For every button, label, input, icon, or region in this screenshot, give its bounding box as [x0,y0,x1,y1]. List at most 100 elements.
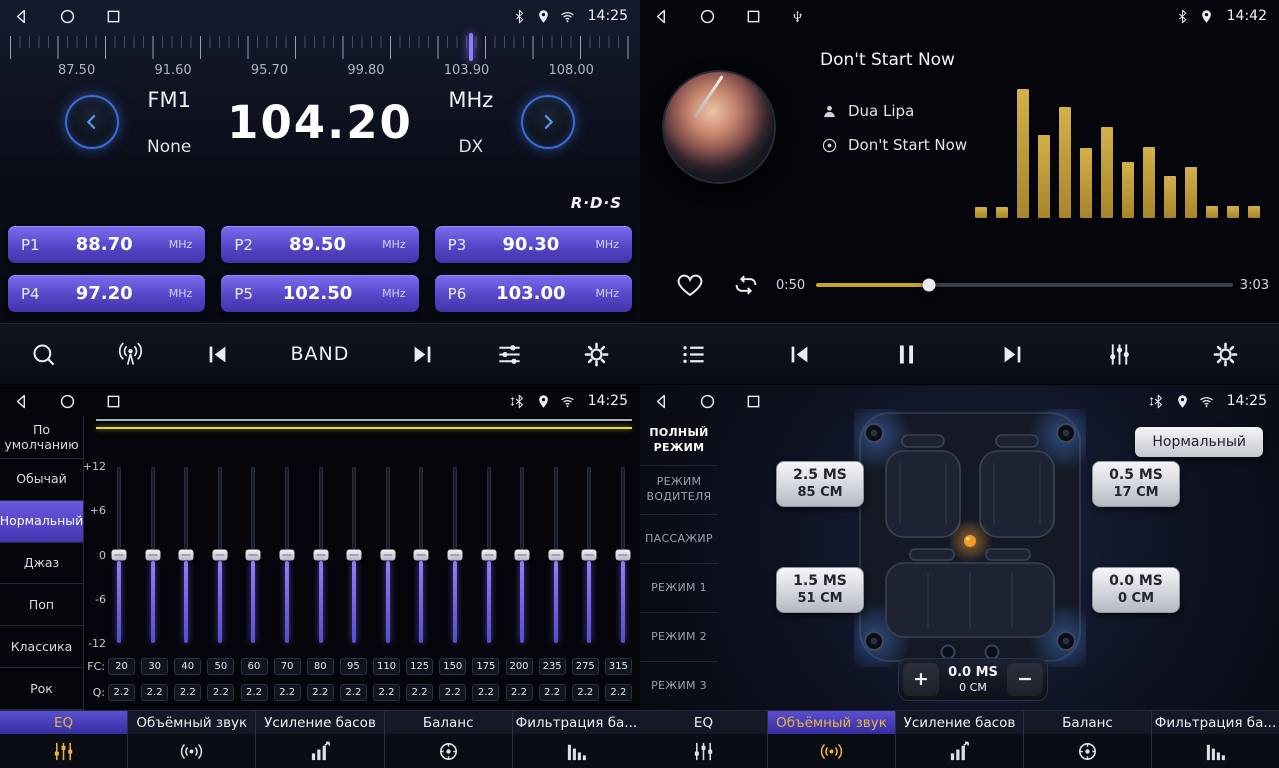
stage-preset-badge[interactable]: Нормальный [1135,427,1263,457]
stage-mode-item[interactable]: РЕЖИМ 2 [640,613,718,662]
delay-front-right[interactable]: 0.5 MS 17 CM [1092,461,1180,507]
recents-icon[interactable] [744,7,763,26]
next-track-button[interactable] [993,335,1032,374]
slider-handle[interactable] [414,550,429,561]
favorite-button[interactable] [676,271,704,299]
preset-button-p1[interactable]: P188.70MHz [8,226,205,263]
eq-preset-item[interactable]: Поп [0,584,83,626]
pause-button[interactable] [887,335,926,374]
back-icon[interactable] [652,7,671,26]
back-icon[interactable] [652,392,671,411]
slider-handle[interactable] [447,550,462,561]
tab-filter[interactable]: Фильтрация ба... [513,711,640,768]
preset-button-p2[interactable]: P289.50MHz [221,226,418,263]
home-icon[interactable] [58,392,77,411]
eq-band-slider-110hz[interactable] [379,465,397,645]
preset-button-p4[interactable]: P497.20MHz [8,275,205,312]
back-icon[interactable] [12,7,31,26]
tab-filter[interactable]: Фильтрация ба... [1152,711,1279,768]
delay-rear-right[interactable]: 0.0 MS 0 CM [1092,567,1180,613]
station-search-button[interactable] [24,335,63,374]
slider-handle[interactable] [582,550,597,561]
eq-band-slider-95hz[interactable] [345,465,363,645]
settings-button[interactable] [1206,335,1245,374]
stage-mode-item[interactable]: РЕЖИМ ВОДИТЕЛЯ [640,466,718,515]
progress-thumb[interactable] [922,279,935,292]
slider-handle[interactable] [313,550,328,561]
frequency-scale[interactable] [10,36,630,60]
eq-preset-item[interactable]: Джаз [0,543,83,585]
tab-bass-boost[interactable]: Усиление басов [896,711,1024,768]
delay-front-left[interactable]: 2.5 MS 85 CM [776,461,864,507]
home-icon[interactable] [698,7,717,26]
seek-slider[interactable] [816,283,1233,287]
band-button[interactable]: BAND [285,337,356,371]
slider-handle[interactable] [481,550,496,561]
slider-handle[interactable] [515,550,530,561]
next-station-button[interactable] [403,335,442,374]
eq-band-slider-200hz[interactable] [513,465,531,645]
equalizer-button[interactable] [1100,335,1139,374]
previous-station-button[interactable] [198,335,237,374]
slider-handle[interactable] [347,550,362,561]
slider-handle[interactable] [380,550,395,561]
delay-increase-button[interactable]: + [903,663,939,696]
recents-icon[interactable] [104,392,123,411]
slider-handle[interactable] [615,550,630,561]
slider-handle[interactable] [279,550,294,561]
eq-band-slider-50hz[interactable] [211,465,229,645]
slider-handle[interactable] [145,550,160,561]
eq-band-slider-80hz[interactable] [312,465,330,645]
playlist-button[interactable] [674,335,713,374]
recents-icon[interactable] [104,7,123,26]
eq-band-slider-60hz[interactable] [244,465,262,645]
stage-mode-item[interactable]: ПОЛНЫЙ РЕЖИМ [640,417,718,466]
tab-eq-sliders[interactable]: EQ [0,711,128,768]
album-art[interactable] [664,72,774,182]
equalizer-button[interactable] [490,335,529,374]
eq-band-slider-175hz[interactable] [480,465,498,645]
slider-handle[interactable] [548,550,563,561]
scan-button[interactable] [111,335,150,374]
delay-rear-left[interactable]: 1.5 MS 51 CM [776,567,864,613]
slider-handle[interactable] [246,550,261,561]
eq-band-slider-70hz[interactable] [278,465,296,645]
eq-band-slider-275hz[interactable] [580,465,598,645]
home-icon[interactable] [698,392,717,411]
eq-band-slider-40hz[interactable] [177,465,195,645]
home-icon[interactable] [58,7,77,26]
tab-surround[interactable]: Объёмный звук [128,711,256,768]
preset-button-p3[interactable]: P390.30MHz [435,226,632,263]
tune-down-button[interactable] [65,95,119,149]
eq-band-slider-125hz[interactable] [412,465,430,645]
recents-icon[interactable] [744,392,763,411]
slider-handle[interactable] [179,550,194,561]
stage-mode-item[interactable]: ПАССАЖИР [640,515,718,564]
settings-button[interactable] [577,335,616,374]
previous-track-button[interactable] [780,335,819,374]
eq-preset-item[interactable]: По умолчанию [0,417,83,459]
eq-preset-item[interactable]: Классика [0,626,83,668]
slider-handle[interactable] [112,550,127,561]
delay-decrease-button[interactable]: − [1007,663,1043,696]
eq-preset-item[interactable]: Рок [0,668,83,710]
eq-band-slider-150hz[interactable] [446,465,464,645]
stage-mode-item[interactable]: РЕЖИМ 3 [640,662,718,710]
eq-band-slider-315hz[interactable] [614,465,632,645]
repeat-button[interactable] [732,271,760,299]
slider-handle[interactable] [212,550,227,561]
tab-eq-sliders[interactable]: EQ [640,711,768,768]
tab-bass-boost[interactable]: Усиление басов [256,711,384,768]
preset-button-p6[interactable]: P6103.00MHz [435,275,632,312]
eq-band-slider-30hz[interactable] [144,465,162,645]
tab-surround[interactable]: Объёмный звук [768,711,896,768]
preset-button-p5[interactable]: P5102.50MHz [221,275,418,312]
eq-band-slider-235hz[interactable] [547,465,565,645]
tune-up-button[interactable] [521,95,575,149]
tab-balance[interactable]: Баланс [1024,711,1152,768]
eq-band-slider-20hz[interactable] [110,465,128,645]
stage-mode-item[interactable]: РЕЖИМ 1 [640,564,718,613]
back-icon[interactable] [12,392,31,411]
eq-preset-item[interactable]: Обычай [0,459,83,501]
eq-preset-item[interactable]: Нормальный [0,501,83,543]
